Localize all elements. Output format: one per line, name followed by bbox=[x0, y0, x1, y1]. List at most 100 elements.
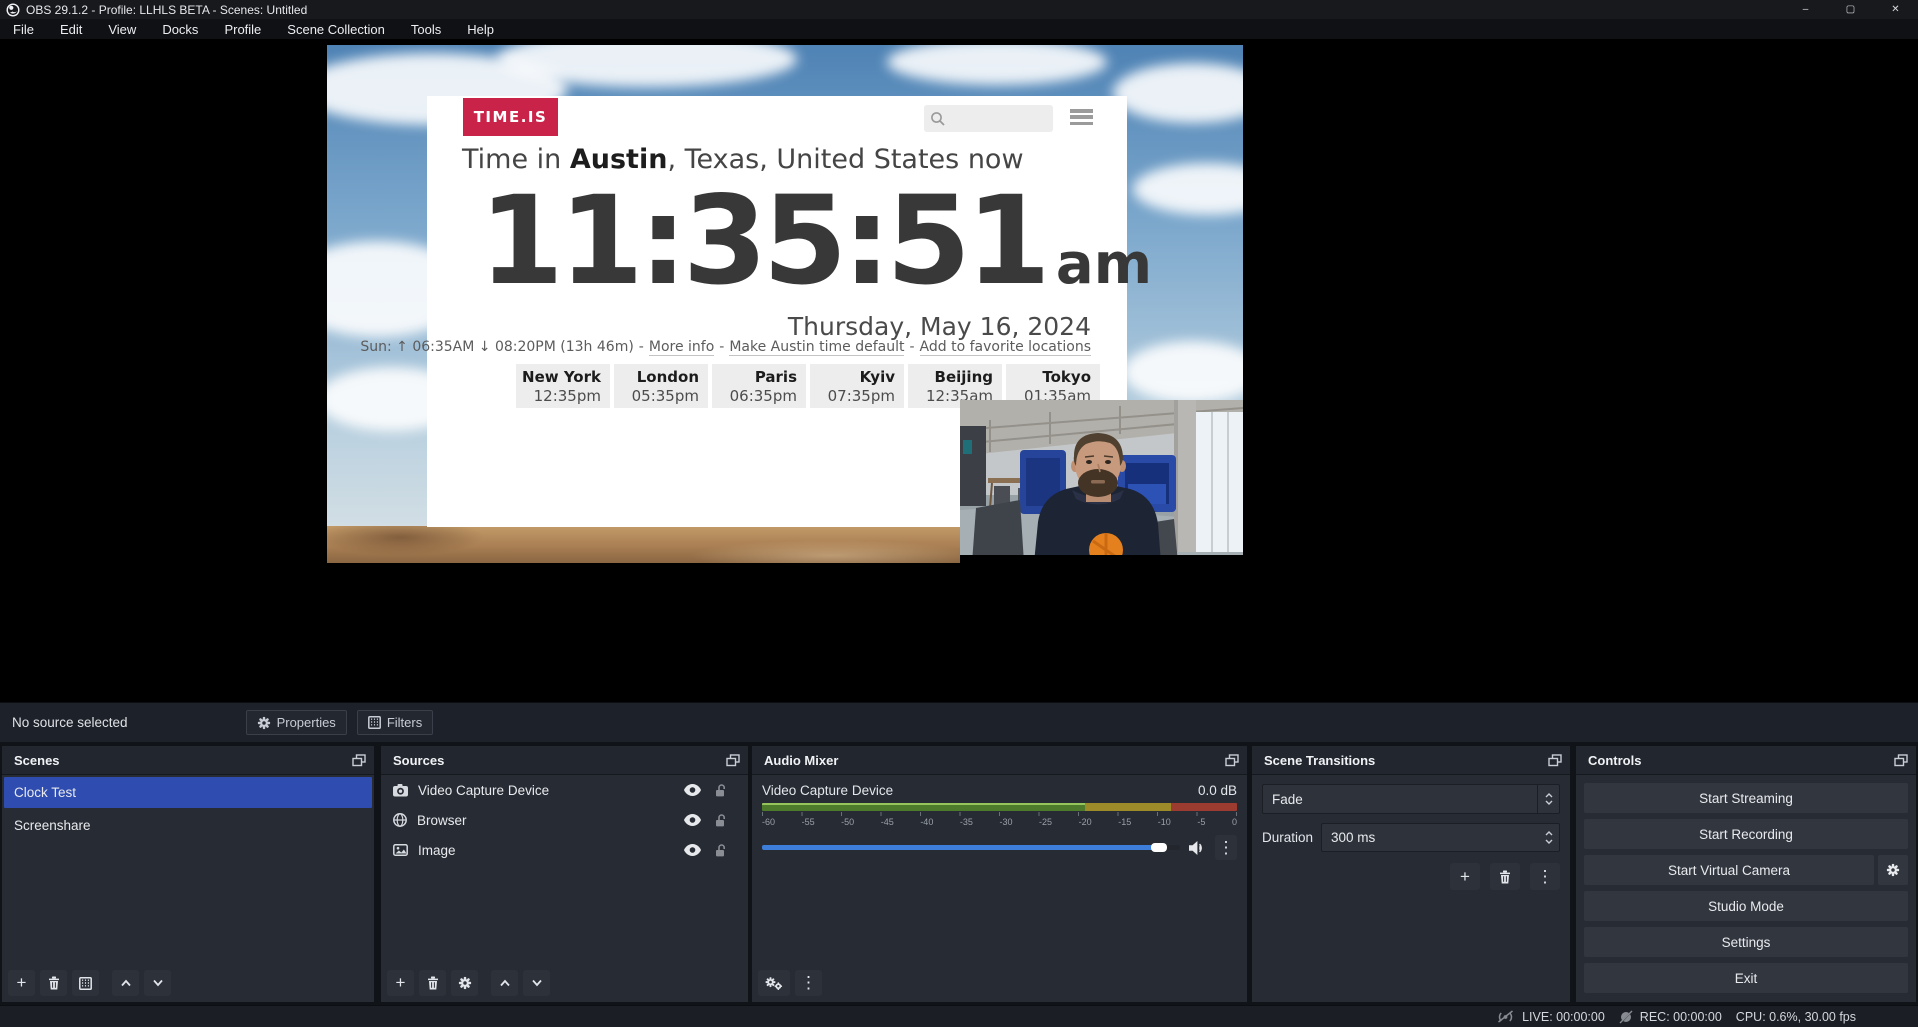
move-source-up-button[interactable] bbox=[491, 970, 518, 996]
audio-mixer-body: Video Capture Device 0.0 dB -60-55-50-45… bbox=[752, 775, 1247, 1002]
add-scene-button[interactable]: + bbox=[8, 970, 35, 996]
scene-transitions-body: Fade Duration 300 ms bbox=[1252, 775, 1570, 1002]
scenes-panel: Scenes Clock Test Screenshare + bbox=[2, 746, 374, 1002]
start-virtual-camera-button[interactable]: Start Virtual Camera bbox=[1584, 855, 1874, 885]
cloud bbox=[1123, 341, 1243, 403]
chevron-updown-icon[interactable] bbox=[1537, 785, 1559, 813]
city-new-york[interactable]: New York 12:35pm bbox=[516, 364, 610, 408]
controls-panel: Controls Start Streaming Start Recording… bbox=[1576, 746, 1916, 1002]
duration-spinbox[interactable]: 300 ms bbox=[1321, 823, 1560, 852]
popout-icon[interactable] bbox=[726, 754, 740, 767]
menu-profile[interactable]: Profile bbox=[211, 19, 274, 39]
advanced-audio-button[interactable] bbox=[758, 970, 790, 996]
timeis-logo[interactable]: TIME.IS bbox=[463, 98, 558, 136]
menu-tools[interactable]: Tools bbox=[398, 19, 454, 39]
source-properties-button[interactable] bbox=[451, 970, 478, 996]
hamburger-menu-icon[interactable] bbox=[1070, 109, 1093, 125]
lock-icon[interactable] bbox=[715, 784, 726, 797]
city-london[interactable]: London 05:35pm bbox=[614, 364, 708, 408]
scene-item-screenshare[interactable]: Screenshare bbox=[2, 810, 374, 841]
add-source-button[interactable]: + bbox=[387, 970, 414, 996]
spinner-arrows-icon[interactable] bbox=[1539, 831, 1559, 844]
volume-meter bbox=[762, 803, 1237, 811]
window-title: OBS 29.1.2 - Profile: LLHLS BETA - Scene… bbox=[26, 3, 307, 17]
sun-info-line: Sun: ↑ 06:35AM ↓ 08:20PM (13h 46m) - Mor… bbox=[360, 339, 1091, 356]
minimize-button[interactable]: – bbox=[1783, 0, 1828, 19]
volume-slider-handle[interactable] bbox=[1151, 843, 1167, 852]
move-source-down-button[interactable] bbox=[523, 970, 550, 996]
maximize-button[interactable]: ▢ bbox=[1828, 0, 1873, 19]
scene-item-clock-test[interactable]: Clock Test bbox=[4, 777, 372, 808]
move-scene-up-button[interactable] bbox=[112, 970, 139, 996]
lock-icon[interactable] bbox=[715, 844, 726, 857]
studio-mode-button[interactable]: Studio Mode bbox=[1584, 891, 1908, 921]
volume-slider[interactable] bbox=[762, 845, 1180, 850]
transition-menu-button[interactable]: ⋮ bbox=[1530, 863, 1560, 890]
popout-icon[interactable] bbox=[1225, 754, 1239, 767]
add-favorite-link[interactable]: Add to favorite locations bbox=[920, 339, 1091, 356]
source-item-browser[interactable]: Browser bbox=[381, 805, 748, 835]
scenes-list: Clock Test Screenshare + bbox=[2, 775, 374, 1002]
remove-source-button[interactable] bbox=[419, 970, 446, 996]
current-time: 11:35:51 am bbox=[479, 174, 1152, 308]
preview-canvas[interactable]: TIME.IS Time in Austin, Texas, United St… bbox=[327, 45, 1243, 563]
visibility-eye-icon[interactable] bbox=[684, 784, 701, 796]
more-info-link[interactable]: More info bbox=[649, 339, 714, 356]
obs-logo-icon bbox=[6, 3, 20, 17]
menu-view[interactable]: View bbox=[95, 19, 149, 39]
start-recording-button[interactable]: Start Recording bbox=[1584, 819, 1908, 849]
source-toolbar: No source selected Properties bbox=[0, 702, 1918, 742]
search-box[interactable] bbox=[924, 105, 1053, 132]
stream-inactive-icon bbox=[1496, 1010, 1515, 1023]
scene-filters-button[interactable] bbox=[72, 970, 99, 996]
menu-help[interactable]: Help bbox=[454, 19, 507, 39]
popout-icon[interactable] bbox=[352, 754, 366, 767]
popout-icon[interactable] bbox=[1548, 754, 1562, 767]
remove-scene-button[interactable] bbox=[40, 970, 67, 996]
filters-button[interactable]: Filters bbox=[357, 710, 433, 735]
audio-mixer-panel: Audio Mixer Video Capture Device 0.0 dB bbox=[752, 746, 1247, 1002]
menu-bar: File Edit View Docks Profile Scene Colle… bbox=[0, 19, 1918, 39]
properties-button[interactable]: Properties bbox=[246, 710, 347, 735]
speaker-icon[interactable] bbox=[1189, 841, 1206, 855]
mixer-channel-menu-button[interactable]: ⋮ bbox=[1215, 835, 1237, 860]
controls-body: Start Streaming Start Recording Start Vi… bbox=[1576, 775, 1916, 1002]
source-status-text: No source selected bbox=[12, 715, 128, 730]
exit-button[interactable]: Exit bbox=[1584, 963, 1908, 993]
scenes-toolbar: + bbox=[8, 970, 171, 996]
make-default-link[interactable]: Make Austin time default bbox=[729, 339, 904, 356]
menu-docks[interactable]: Docks bbox=[149, 19, 211, 39]
gear-icon bbox=[257, 716, 271, 730]
city-kyiv[interactable]: Kyiv 07:35pm bbox=[810, 364, 904, 408]
remove-transition-button[interactable] bbox=[1490, 863, 1520, 890]
city-paris[interactable]: Paris 06:35pm bbox=[712, 364, 806, 408]
camera-icon bbox=[393, 784, 408, 797]
clock-digits: 11:35:51 bbox=[479, 174, 1046, 308]
sources-toolbar: + bbox=[387, 970, 550, 996]
add-transition-button[interactable]: + bbox=[1450, 863, 1480, 890]
scene-transitions-panel: Scene Transitions Fade bbox=[1252, 746, 1570, 1002]
dock-area: Scenes Clock Test Screenshare + bbox=[0, 746, 1918, 1002]
webcam-video[interactable] bbox=[960, 400, 1243, 563]
menu-edit[interactable]: Edit bbox=[47, 19, 95, 39]
duration-label: Duration bbox=[1262, 830, 1313, 845]
lock-icon[interactable] bbox=[715, 814, 726, 827]
globe-icon bbox=[393, 813, 407, 827]
popout-icon[interactable] bbox=[1894, 754, 1908, 767]
mixer-menu-button[interactable]: ⋮ bbox=[795, 970, 822, 996]
visibility-eye-icon[interactable] bbox=[684, 844, 701, 856]
source-item-video-capture[interactable]: Video Capture Device bbox=[381, 775, 748, 805]
close-button[interactable]: ✕ bbox=[1873, 0, 1918, 19]
search-input[interactable] bbox=[946, 111, 1041, 126]
move-scene-down-button[interactable] bbox=[144, 970, 171, 996]
menu-file[interactable]: File bbox=[0, 19, 47, 39]
mixer-toolbar: ⋮ bbox=[758, 970, 822, 996]
filter-icon bbox=[368, 716, 381, 729]
start-streaming-button[interactable]: Start Streaming bbox=[1584, 783, 1908, 813]
source-item-image[interactable]: Image bbox=[381, 835, 748, 865]
transition-select[interactable]: Fade bbox=[1262, 784, 1560, 814]
menu-scene-collection[interactable]: Scene Collection bbox=[274, 19, 398, 39]
settings-button[interactable]: Settings bbox=[1584, 927, 1908, 957]
virtual-camera-settings-button[interactable] bbox=[1878, 855, 1908, 885]
visibility-eye-icon[interactable] bbox=[684, 814, 701, 826]
